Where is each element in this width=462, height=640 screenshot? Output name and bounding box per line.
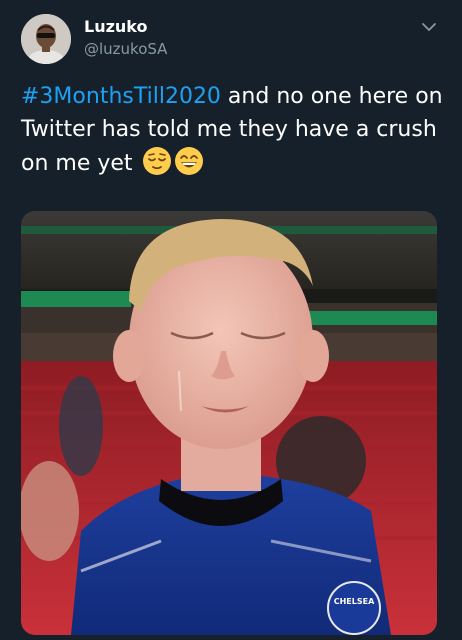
avatar-photo	[21, 14, 71, 64]
chevron-down-icon[interactable]	[420, 18, 438, 36]
grinning-squinting-face-emoji-icon	[174, 147, 203, 175]
relieved-face-emoji-icon	[142, 147, 171, 175]
display-name[interactable]: Luzuko	[84, 17, 148, 36]
jersey-crest-text: CHELSEA	[334, 597, 375, 606]
tweet-image[interactable]: CHELSEA	[21, 211, 437, 635]
user-handle[interactable]: @luzukoSA	[84, 40, 167, 58]
hashtag-link[interactable]: #3MonthsTill2020	[21, 84, 221, 109]
tweet-card: Luzuko @luzukoSA #3MonthsTill2020 and no…	[0, 0, 462, 640]
avatar[interactable]	[21, 14, 71, 64]
tweet-text: #3MonthsTill2020 and no one here on Twit…	[21, 80, 446, 180]
photo-crying-boy: CHELSEA	[21, 211, 437, 635]
